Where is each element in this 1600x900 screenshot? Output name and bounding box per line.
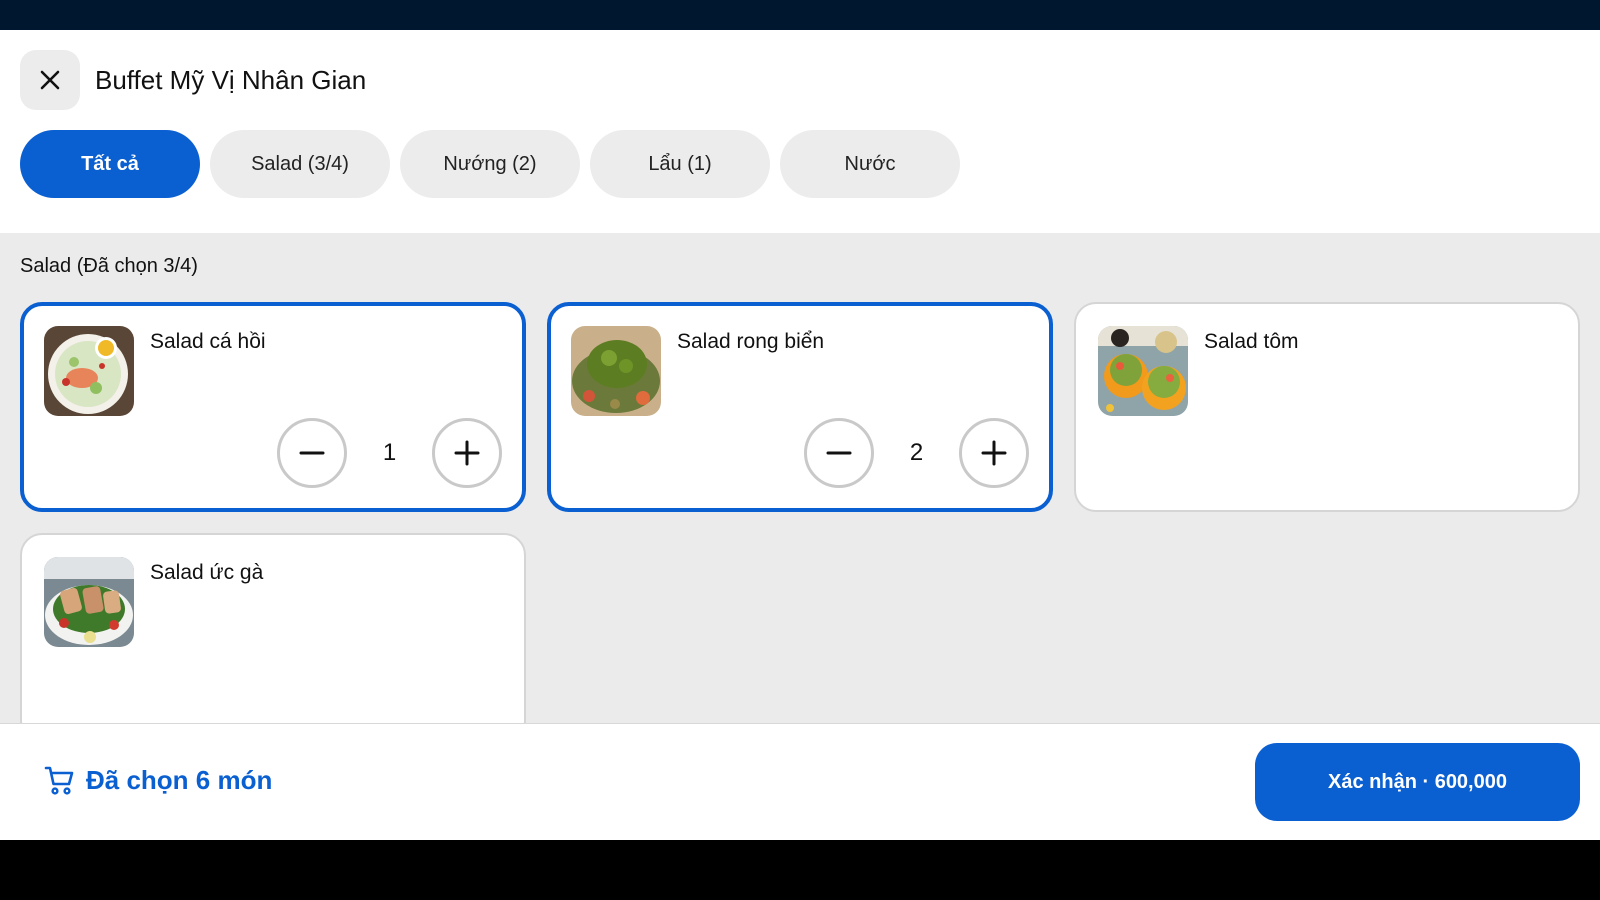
dish-card-seaweed-salad[interactable]: Salad rong biển 2 [547,302,1053,512]
dish-image-chicken-salad [44,557,134,647]
plus-icon [981,440,1007,466]
tab-drinks[interactable]: Nước [780,130,960,198]
confirm-button[interactable]: Xác nhận · 600,000 [1255,743,1580,821]
dish-card-salmon-salad[interactable]: Salad cá hồi 1 [20,302,526,512]
quantity-stepper: 1 [277,418,502,488]
quantity-stepper: 2 [804,418,1029,488]
dish-card-shrimp-salad[interactable]: Salad tôm [1074,302,1580,512]
dish-image-shrimp-salad [1098,326,1188,416]
dish-card-chicken-salad[interactable]: Salad ức gà [20,533,526,743]
close-icon [40,70,60,90]
system-nav-area [0,840,1600,900]
dish-name: Salad rong biển [677,330,825,353]
tab-grill[interactable]: Nướng (2) [400,130,580,198]
decrease-button[interactable] [804,418,874,488]
quantity-value: 2 [909,439,924,466]
dish-name: Salad tôm [1204,330,1299,353]
close-button[interactable] [20,50,80,110]
tab-hotpot[interactable]: Lẩu (1) [590,130,770,198]
increase-button[interactable] [432,418,502,488]
category-tabs: Tất cả Salad (3/4) Nướng (2) Lẩu (1) Nướ… [20,130,960,198]
increase-button[interactable] [959,418,1029,488]
selected-count-text: Đã chọn 6 món [86,764,273,795]
quantity-value: 1 [382,439,397,466]
tab-salad[interactable]: Salad (3/4) [210,130,390,198]
cart-icon [44,766,74,795]
dish-name: Salad ức gà [150,561,264,584]
dish-name: Salad cá hồi [150,330,266,353]
minus-icon [299,451,325,455]
cart-summary[interactable]: Đã chọn 6 món [44,764,272,796]
header: Buffet Mỹ Vị Nhân Gian Tất cả Salad (3/4… [0,30,1600,233]
tab-all[interactable]: Tất cả [20,130,200,198]
status-bar [0,0,1600,30]
section-title: Salad (Đã chọn 3/4) [20,255,198,277]
dish-image-seaweed-salad [571,326,661,416]
page-title: Buffet Mỹ Vị Nhân Gian [95,65,367,95]
dish-image-salmon-salad [44,326,134,416]
plus-icon [454,440,480,466]
minus-icon [826,451,852,455]
app-screen: Buffet Mỹ Vị Nhân Gian Tất cả Salad (3/4… [0,30,1600,840]
footer-bar: Đã chọn 6 món Xác nhận · 600,000 [0,723,1600,840]
decrease-button[interactable] [277,418,347,488]
